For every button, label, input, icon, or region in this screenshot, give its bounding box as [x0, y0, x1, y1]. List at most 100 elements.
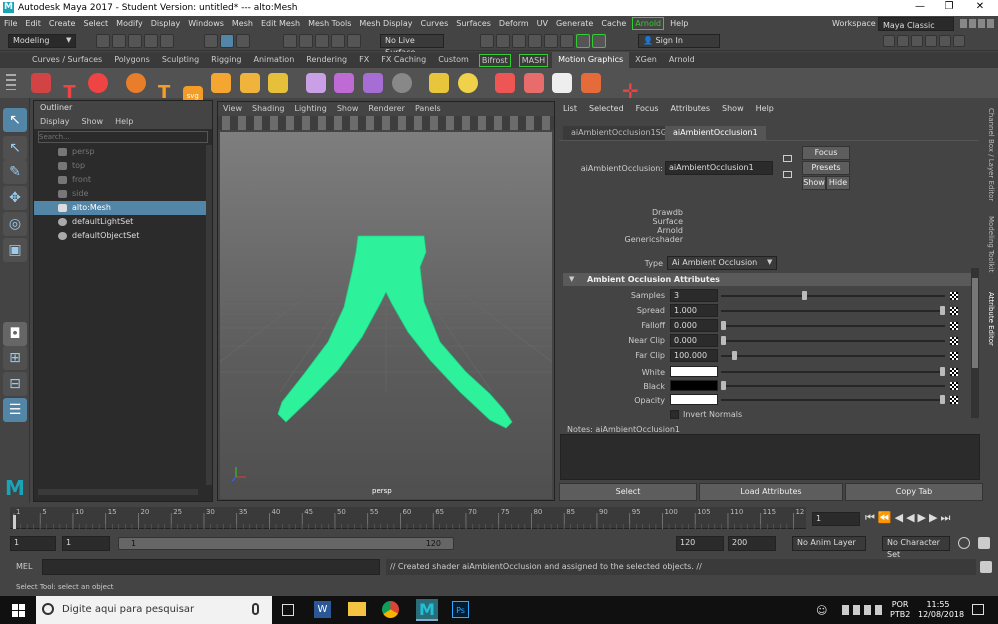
outliner-item-default-object-set[interactable]: defaultObjectSet [34, 229, 212, 243]
shelf-tab-fx-caching[interactable]: FX Caching [375, 52, 432, 68]
color-swatch[interactable] [670, 394, 718, 405]
viewport-canvas[interactable]: persp [179, 132, 593, 499]
snap-curve-icon[interactable] [299, 34, 313, 48]
move-tool-icon[interactable]: ✥ [3, 186, 27, 210]
cloud-icon[interactable] [523, 73, 544, 93]
select-button[interactable]: Select [559, 483, 697, 501]
chrome-icon[interactable] [382, 601, 399, 618]
play-forward-icon[interactable]: ▶ [918, 511, 929, 524]
menu-cache[interactable]: Cache [597, 16, 630, 31]
side-tab-channel-box[interactable]: Channel Box / Layer Editor [987, 108, 995, 201]
color-slider[interactable] [721, 380, 945, 392]
node-name-field[interactable]: aiAmbientOcclusion1 [665, 161, 773, 175]
anim-layer-dropdown[interactable]: No Anim Layer [792, 536, 866, 551]
deformer-icon[interactable] [334, 73, 355, 93]
open-scene-icon[interactable] [112, 34, 126, 48]
ae-menu-list[interactable]: List [557, 102, 583, 116]
render-settings-icon[interactable] [512, 34, 526, 48]
slider-handle[interactable] [721, 381, 726, 390]
notes-field[interactable] [560, 434, 980, 480]
show-button[interactable]: Show [802, 176, 826, 190]
presets-button[interactable]: Presets [802, 161, 850, 175]
attr-value-field[interactable]: 0.000 [670, 334, 718, 347]
curve-warp-icon[interactable] [305, 73, 326, 93]
render-box-icon[interactable] [495, 73, 516, 93]
windows-start-icon[interactable] [12, 604, 25, 617]
sparkle-icon[interactable] [268, 73, 289, 93]
ae-menu-focus[interactable]: Focus [630, 102, 665, 116]
outliner-item-front[interactable]: front [34, 173, 212, 187]
twist-icon[interactable] [363, 73, 384, 93]
word-app-icon[interactable]: W [314, 601, 331, 618]
step-back-key-icon[interactable]: ⏪ [878, 511, 895, 524]
modeling-toolkit-icon[interactable] [576, 34, 590, 48]
loop-icon[interactable] [391, 73, 412, 93]
shelf-tab-fx[interactable]: FX [353, 52, 375, 68]
timeline-ruler[interactable]: 1 5 10 15 20 25 30 35 40 45 50 55 60 65 70 75 80 85 90 95 10… [10, 507, 806, 529]
copy-tab-button[interactable]: Copy Tab [845, 483, 983, 501]
file-explorer-icon[interactable] [348, 602, 366, 616]
menu-display[interactable]: Display [147, 16, 185, 31]
notifications-icon[interactable] [972, 604, 984, 615]
clock[interactable]: 11:55 12/08/2018 [918, 600, 964, 620]
menu-mesh[interactable]: Mesh [228, 16, 257, 31]
menu-surfaces[interactable]: Surfaces [452, 16, 495, 31]
shelf-tab-bifrost[interactable]: Bifrost [478, 53, 511, 67]
invert-normals-checkbox[interactable] [670, 410, 679, 419]
slider-handle[interactable] [721, 336, 726, 345]
ae-menu-show[interactable]: Show [716, 102, 750, 116]
task-view-icon[interactable] [282, 604, 294, 616]
side-tab-modeling-toolkit[interactable]: Modeling Toolkit [987, 216, 995, 272]
texture-map-icon[interactable] [950, 307, 958, 315]
outliner-item-persp[interactable]: persp [34, 145, 212, 159]
attr-scroll-thumb[interactable] [972, 278, 978, 368]
texture-map-icon[interactable] [950, 322, 958, 330]
select-hierarchy-icon[interactable] [204, 34, 218, 48]
render-frame-icon[interactable] [480, 34, 494, 48]
shelf-tab-animation[interactable]: Animation [247, 52, 300, 68]
layout-two-icon[interactable] [911, 35, 923, 47]
color-swatch[interactable] [670, 380, 718, 391]
select-object-icon[interactable] [220, 34, 234, 48]
viewport-menu-view[interactable]: View [218, 102, 247, 116]
scene-start-field[interactable]: 1 [10, 536, 56, 551]
viewport-menu-show[interactable]: Show [332, 102, 364, 116]
shelf-tab-custom[interactable]: Custom [432, 52, 475, 68]
snap-point-icon[interactable] [315, 34, 329, 48]
shelf-tab-curves[interactable]: Curves / Surfaces [26, 52, 108, 68]
range-bar[interactable]: 1 120 [118, 537, 454, 550]
texture-map-icon[interactable] [950, 292, 958, 300]
mash-network-icon[interactable] [31, 73, 51, 93]
taskbar-search[interactable]: Digite aqui para pesquisar [36, 596, 272, 624]
viewport-menu-renderer[interactable]: Renderer [363, 102, 410, 116]
outliner-menu-show[interactable]: Show [76, 115, 110, 129]
shelf-tab-sculpting[interactable]: Sculpting [156, 52, 205, 68]
lasso-tool-icon[interactable]: ↖ [3, 136, 27, 160]
texture-map-icon[interactable] [950, 337, 958, 345]
attr-slider[interactable] [721, 334, 945, 347]
viewport-menu-lighting[interactable]: Lighting [289, 102, 331, 116]
viewport-menu-shading[interactable]: Shading [247, 102, 290, 116]
attr-slider[interactable] [721, 304, 945, 317]
emitter-icon[interactable] [429, 73, 450, 93]
scale-tool-icon[interactable]: ▣ [3, 238, 27, 262]
auto-key-icon[interactable] [958, 537, 970, 549]
attr-slider[interactable] [721, 319, 945, 332]
tab-ai-ambient-occlusion[interactable]: aiAmbientOcclusion1 [665, 126, 766, 140]
ae-menu-attributes[interactable]: Attributes [665, 102, 717, 116]
outliner-item-top[interactable]: top [34, 159, 212, 173]
microphone-icon[interactable] [252, 603, 259, 615]
layout-quad-icon[interactable] [897, 35, 909, 47]
menu-file[interactable]: File [0, 16, 21, 31]
slider-handle[interactable] [721, 321, 726, 330]
sign-in-dropdown[interactable]: 👤 Sign In [638, 34, 720, 48]
go-to-end-icon[interactable]: ⏭ [940, 511, 953, 524]
anim-prefs-icon[interactable] [978, 537, 990, 549]
arnold-render-icon[interactable] [560, 34, 574, 48]
cube-icon[interactable] [211, 73, 232, 93]
playback-end-field[interactable]: 120 [676, 536, 724, 551]
menu-mesh-display[interactable]: Mesh Display [355, 16, 416, 31]
texture-map-icon[interactable] [950, 396, 958, 404]
rotate-tool-icon[interactable]: ◎ [3, 212, 27, 236]
shelf-tab-rendering[interactable]: Rendering [300, 52, 353, 68]
